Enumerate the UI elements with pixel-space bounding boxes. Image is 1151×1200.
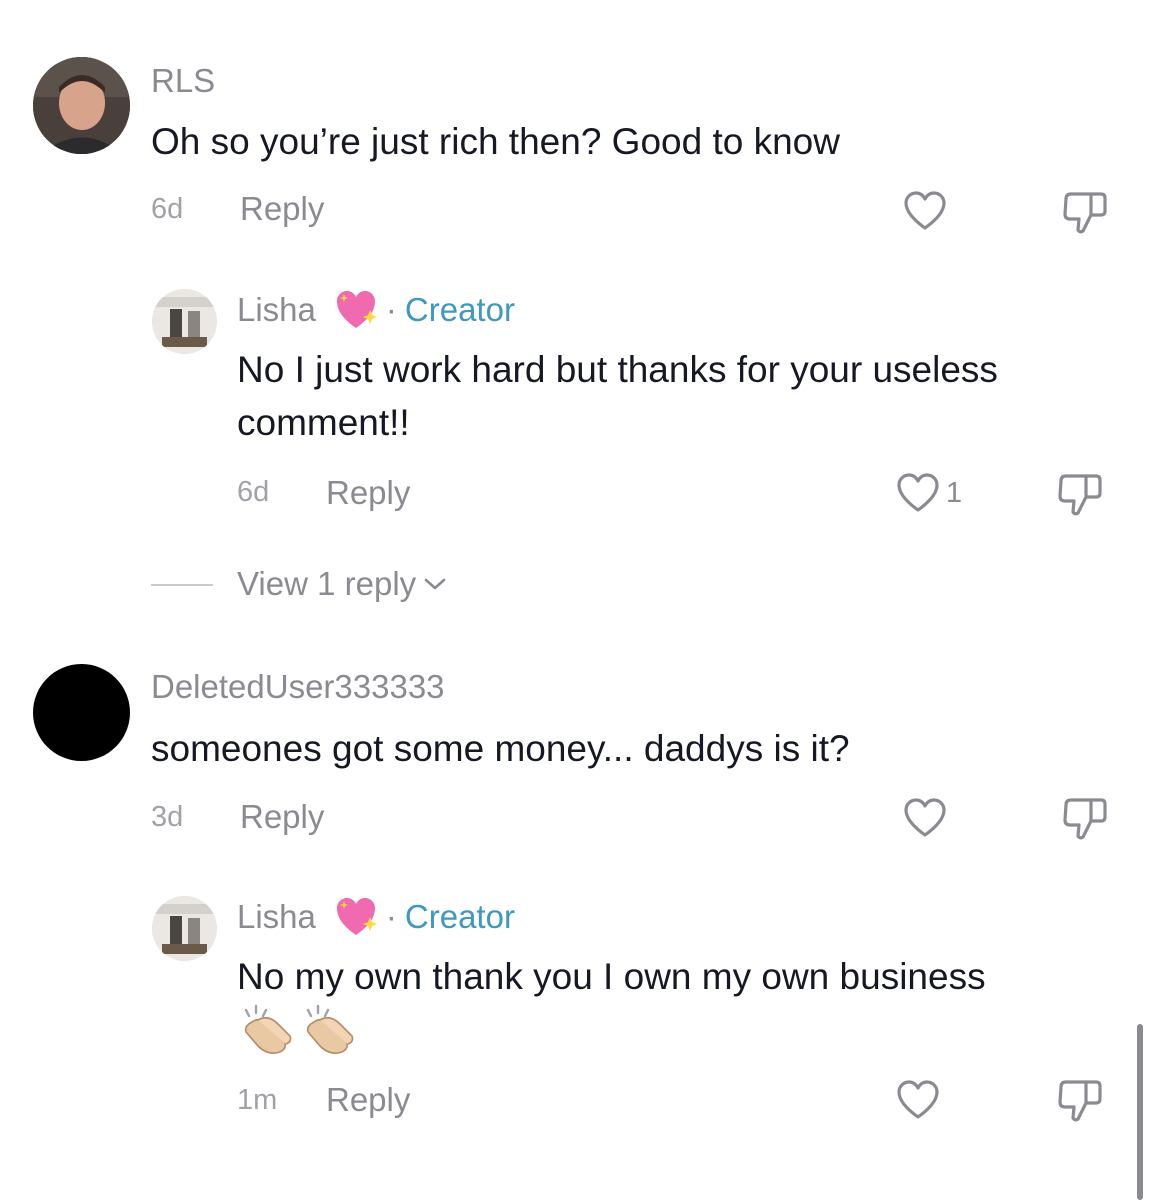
reply-timestamp: 1m	[237, 1084, 278, 1116]
avatar[interactable]	[152, 896, 217, 961]
reply-button[interactable]: Reply	[326, 474, 410, 512]
reply-button[interactable]: Reply	[240, 190, 324, 228]
dislike-button[interactable]	[1056, 473, 1104, 522]
comment-username[interactable]: DeletedUser333333	[151, 668, 445, 706]
dislike-button[interactable]	[1056, 1079, 1104, 1128]
reply-button[interactable]: Reply	[326, 1081, 410, 1119]
comment-text: someones got some money... daddys is it?	[151, 728, 850, 769]
creator-line: Lisha · Creator	[237, 288, 515, 332]
reply-text: No I just work hard but thanks for your …	[237, 349, 998, 443]
separator-dot: ·	[385, 291, 397, 328]
sparkling-heart-icon	[334, 895, 378, 939]
like-button[interactable]: 1	[896, 473, 962, 513]
heart-outline-icon	[904, 191, 946, 230]
clapping-hands-icon	[300, 1002, 356, 1056]
creator-badge: Creator	[404, 898, 515, 935]
dislike-button[interactable]	[1061, 797, 1109, 846]
reply-text: No my own thank you I own my own busines…	[237, 956, 986, 997]
chevron-down-icon	[424, 578, 446, 590]
like-button[interactable]	[903, 798, 947, 838]
reply-timestamp: 6d	[237, 476, 270, 508]
heart-outline-icon	[904, 798, 946, 837]
view-replies-label: View 1 reply	[237, 565, 417, 602]
thumbs-down-icon	[1063, 798, 1107, 840]
reply-username[interactable]: Lisha	[237, 898, 316, 936]
thumbs-down-icon	[1063, 192, 1107, 234]
like-count: 1	[946, 476, 963, 509]
comment-timestamp: 6d	[151, 193, 184, 225]
thumbs-down-icon	[1058, 474, 1102, 516]
reply-username[interactable]: Lisha	[237, 291, 316, 329]
like-button[interactable]	[896, 1080, 940, 1120]
creator-badge: Creator	[404, 291, 515, 328]
thumbs-down-icon	[1058, 1080, 1102, 1122]
comment-username[interactable]: RLS	[151, 62, 215, 100]
replies-divider	[151, 584, 213, 586]
clapping-hands-icon	[238, 1002, 294, 1056]
avatar[interactable]	[152, 289, 217, 354]
view-replies-button[interactable]: View 1 reply	[237, 565, 448, 603]
scrollbar[interactable]	[1137, 1024, 1143, 1200]
clap-emojis	[238, 1002, 362, 1056]
separator-dot: ·	[385, 898, 397, 935]
heart-outline-icon	[897, 473, 939, 512]
dislike-button[interactable]	[1061, 191, 1109, 240]
like-button[interactable]	[903, 191, 947, 231]
comment-timestamp: 3d	[151, 801, 184, 833]
heart-outline-icon	[897, 1080, 939, 1119]
comment-text: Oh so you’re just rich then? Good to kno…	[151, 121, 840, 162]
avatar[interactable]	[33, 664, 130, 761]
sparkling-heart-icon	[334, 288, 378, 332]
reply-button[interactable]: Reply	[240, 798, 324, 836]
creator-line: Lisha · Creator	[237, 895, 515, 939]
avatar[interactable]	[33, 57, 130, 154]
